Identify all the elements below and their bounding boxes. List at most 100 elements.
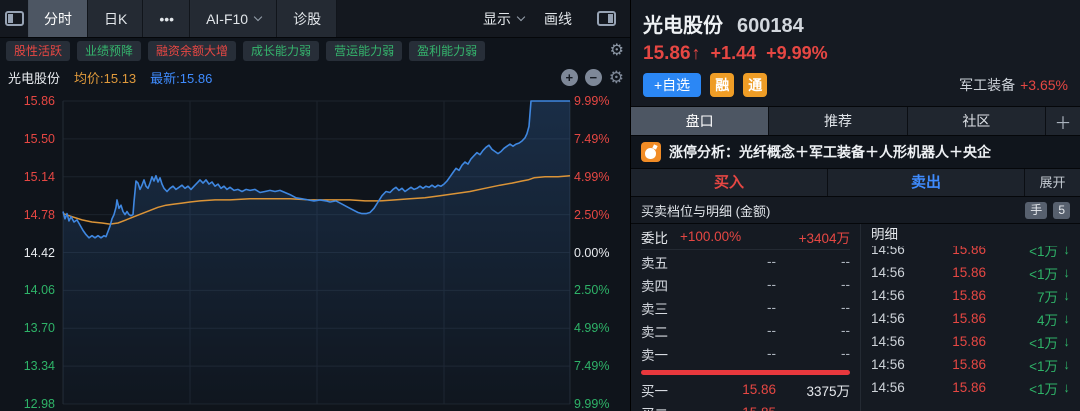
toolbar-tab-label: ••• <box>159 11 174 27</box>
ask-amount: -- <box>776 254 850 269</box>
chevron-down-icon <box>517 12 525 20</box>
stock-tag-股性活跃[interactable]: 股性活跃 <box>6 41 70 61</box>
weibi-label: 委比 <box>641 227 668 247</box>
left-axis-label: 15.14 <box>0 169 55 185</box>
detail-time: 14:56 <box>871 246 917 257</box>
bid-two-amount: -- <box>776 405 850 411</box>
chart-settings-gear-icon[interactable]: ⚙ <box>609 69 624 86</box>
sector-pct: +3.65% <box>1020 77 1068 93</box>
limit-analysis-text: 涨停分析：光纤概念＋军工装备＋人形机器人＋央企 <box>669 142 991 162</box>
stock-name: 光电股份 <box>643 15 723 37</box>
ask-amount: -- <box>776 300 850 315</box>
bid-one-price: 15.86 <box>685 382 776 397</box>
detail-time: 14:56 <box>871 311 917 326</box>
toolbar-right-画线[interactable]: 画线 <box>544 9 572 29</box>
bid-one-amount: 3375万 <box>776 380 850 400</box>
detail-row[interactable]: 14:5615.867万↓ <box>871 284 1070 307</box>
ask-amount: -- <box>776 323 850 338</box>
toolbar-right-label: 显示 <box>483 9 511 29</box>
detail-row[interactable]: 14:5615.86<1万↓ <box>871 376 1070 399</box>
panel-tab-推荐[interactable]: 推荐 <box>769 107 907 135</box>
left-panel-icon <box>5 11 24 26</box>
price-change: +1.44 <box>711 43 757 64</box>
detail-title: 明细 <box>871 224 1070 246</box>
weibi-pct: +100.00% <box>680 229 741 244</box>
zoom-in-icon[interactable]: + <box>561 69 578 86</box>
ask-row-卖五[interactable]: 卖五---- <box>641 250 850 273</box>
add-watchlist-button[interactable]: +自选 <box>643 73 701 97</box>
detail-time: 14:56 <box>871 380 917 395</box>
ask-row-卖三[interactable]: 卖三---- <box>641 296 850 319</box>
limit-up-analysis-row[interactable]: 涨停分析：光纤概念＋军工装备＋人形机器人＋央企 <box>631 136 1080 169</box>
detail-row[interactable]: 14:5615.86<1万↓ <box>871 261 1070 284</box>
toolbar-tab-分时[interactable]: 分时 <box>28 0 88 37</box>
left-axis-label: 15.86 <box>0 93 55 109</box>
left-axis-label: 14.42 <box>0 245 55 261</box>
sell-arrow-icon: ↓ <box>1058 334 1070 349</box>
panel-tab-社区[interactable]: 社区 <box>908 107 1046 135</box>
detail-row[interactable]: 14:5615.86<1万↓ <box>871 353 1070 376</box>
stock-title: 光电股份 600184 <box>643 9 1068 38</box>
ask-row-卖四[interactable]: 卖四---- <box>641 273 850 296</box>
ask-label: 卖一 <box>641 344 685 364</box>
detail-price: 15.86 <box>917 357 986 372</box>
detail-amount: <1万 <box>986 246 1058 260</box>
toolbar-right-显示[interactable]: 显示 <box>483 9 524 29</box>
unit-lots-badge[interactable]: 手 <box>1025 202 1047 219</box>
bid-one-row[interactable]: 买一 15.86 3375万 <box>641 378 850 401</box>
limit-analysis-content: 光纤概念＋军工装备＋人形机器人＋央企 <box>739 144 991 160</box>
weibi-amount: +3404万 <box>799 227 850 247</box>
right-panel-toggle-button[interactable] <box>592 11 620 26</box>
right-axis-label: 9.99% <box>574 396 609 411</box>
tags-gear-icon[interactable]: ⚙ <box>610 43 624 59</box>
stock-tag-盈利能力弱[interactable]: 盈利能力弱 <box>409 41 485 61</box>
expand-button[interactable]: 展开 <box>1025 169 1080 196</box>
bid-two-price: 15.85 <box>685 405 776 411</box>
panel-tab-盘口[interactable]: 盘口 <box>631 107 769 135</box>
ask-amount: -- <box>776 277 850 292</box>
book-header-title: 买卖档位与明细 (金额) <box>641 201 770 220</box>
ask-row-卖二[interactable]: 卖二---- <box>641 319 850 342</box>
detail-row[interactable]: 14:5615.86<1万↓ <box>871 330 1070 353</box>
right-axis-label: 7.49% <box>574 131 609 147</box>
stock-app: 分时日K ••• AI-F10 诊股 显示 画线 股性活跃业绩预降融资余额大增成长能力弱… <box>0 0 1080 411</box>
sector-name: 军工装备 <box>959 77 1015 93</box>
toolbar-tab-日K[interactable]: 日K <box>88 0 143 37</box>
order-book-wrap: 委比 +100.00% +3404万 卖五----卖四----卖三----卖二-… <box>631 223 1080 411</box>
stock-tag-业绩预降[interactable]: 业绩预降 <box>77 41 141 61</box>
toolbar-right-label: 画线 <box>544 9 572 29</box>
buy-button[interactable]: 买入 <box>631 169 828 196</box>
sell-button[interactable]: 卖出 <box>828 169 1025 196</box>
toolbar-tab-•••[interactable]: ••• <box>143 0 190 37</box>
book-header-badges: 手 5 <box>1025 202 1070 219</box>
level-count-badge[interactable]: 5 <box>1053 202 1070 219</box>
bid-two-row-partial[interactable]: 买二 15.85 -- <box>641 401 850 411</box>
zoom-out-icon[interactable]: − <box>585 69 602 86</box>
trade-buttons-row: 买入 卖出 展开 <box>631 169 1080 197</box>
stock-tag-融资余额大增[interactable]: 融资余额大增 <box>148 41 236 61</box>
stock-tag-营运能力弱[interactable]: 营运能力弱 <box>326 41 402 61</box>
left-axis-label: 13.70 <box>0 320 55 336</box>
connect-badge[interactable]: 通 <box>743 73 767 97</box>
sector-link[interactable]: 军工装备 +3.65% <box>959 75 1068 95</box>
ask-row-卖一[interactable]: 卖一---- <box>641 342 850 365</box>
add-tab-button[interactable]: ＋ <box>1046 107 1080 135</box>
stock-tag-成长能力弱[interactable]: 成长能力弱 <box>243 41 319 61</box>
chart-section: 分时日K ••• AI-F10 诊股 显示 画线 股性活跃业绩预降融资余额大增成长能力弱… <box>0 0 630 411</box>
toolbar-tab-label: AI-F10 <box>206 11 248 27</box>
detail-row[interactable]: 14:5615.86<1万↓ <box>871 246 1070 261</box>
toolbar-tab-诊股[interactable]: 诊股 <box>277 0 337 37</box>
stock-tags-row: 股性活跃业绩预降融资余额大增成长能力弱营运能力弱盈利能力弱 ⚙ <box>0 38 630 64</box>
chevron-down-icon <box>254 12 262 20</box>
stock-code: 600184 <box>737 15 804 37</box>
timeshare-chart[interactable]: 15.8615.5015.1414.7814.4214.0613.7013.34… <box>0 90 630 411</box>
up-arrow-icon: ↑ <box>692 43 701 64</box>
left-panel-toggle-button[interactable] <box>0 0 28 37</box>
toolbar-tab-AI-F10[interactable]: AI-F10 <box>190 0 277 37</box>
detail-amount: <1万 <box>986 263 1058 283</box>
detail-row[interactable]: 14:5615.864万↓ <box>871 307 1070 330</box>
margin-badge[interactable]: 融 <box>710 73 734 97</box>
sell-arrow-icon: ↓ <box>1058 246 1070 257</box>
sell-arrow-icon: ↓ <box>1058 288 1070 303</box>
current-price: 15.86 <box>643 43 691 65</box>
